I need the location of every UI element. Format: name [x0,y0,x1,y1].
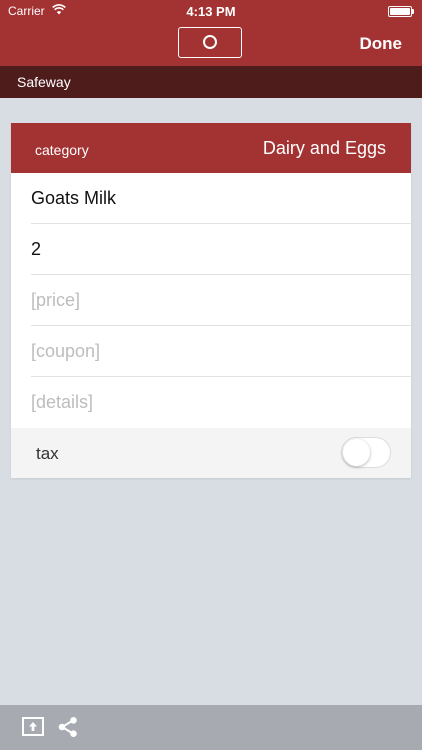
details-field[interactable]: [details] [11,377,411,428]
price-field[interactable]: [price] [11,275,411,326]
category-selector[interactable]: category Dairy and Eggs [11,123,411,173]
status-bar: Carrier 4:13 PM [0,0,422,22]
center-action-button[interactable] [178,27,242,58]
done-button[interactable]: Done [360,34,403,54]
circle-icon [203,35,217,49]
navigation-bar: Done [0,22,422,66]
category-label: category [35,142,89,158]
details-placeholder: [details] [31,392,94,412]
item-card: category Dairy and Eggs Goats Milk 2 [pr… [11,123,411,478]
upload-icon[interactable] [22,717,44,736]
store-name: Safeway [17,74,71,90]
tax-row: tax [11,428,411,478]
bottom-toolbar [0,705,422,750]
item-name-field[interactable]: Goats Milk [11,173,411,224]
item-name-value: Goats Milk [31,188,117,208]
store-bar: Safeway [0,66,422,98]
quantity-field[interactable]: 2 [11,224,411,275]
toggle-knob [343,439,370,466]
price-placeholder: [price] [31,290,81,310]
tax-label: tax [36,444,59,463]
quantity-value: 2 [31,239,42,259]
status-time: 4:13 PM [186,4,236,19]
category-value: Dairy and Eggs [262,138,386,158]
share-icon[interactable] [57,716,79,743]
battery-icon [388,6,414,17]
coupon-placeholder: [coupon] [31,341,101,361]
tax-toggle[interactable] [341,437,391,468]
coupon-field[interactable]: [coupon] [11,326,411,377]
